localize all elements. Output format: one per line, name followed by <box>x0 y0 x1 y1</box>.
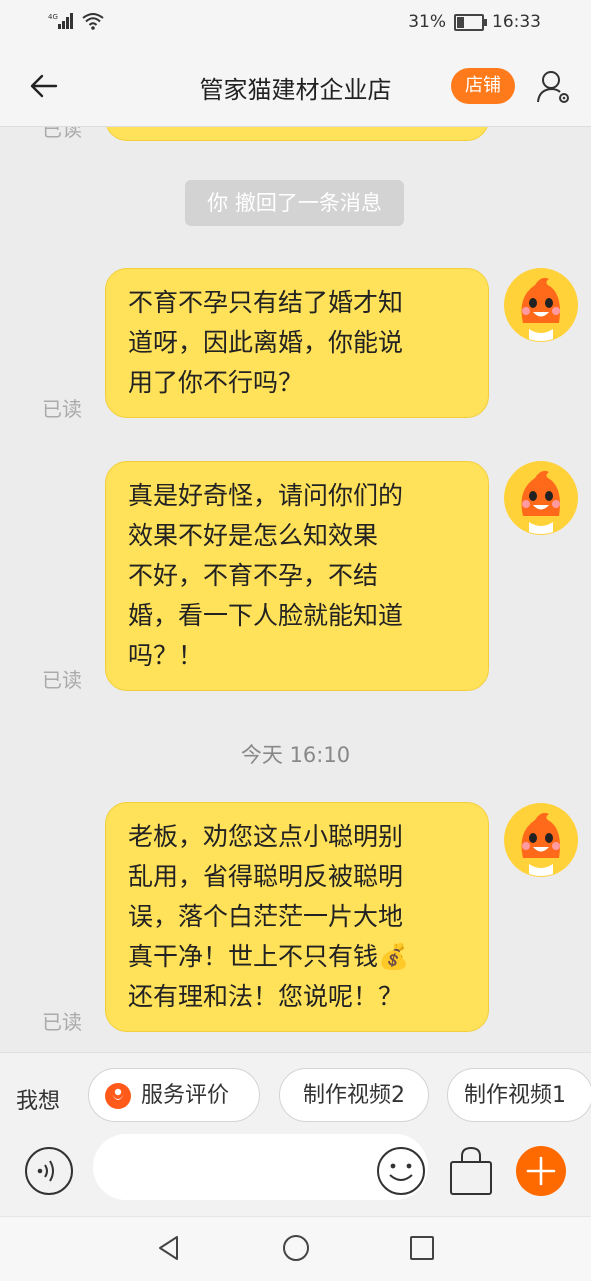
voice-icon[interactable] <box>24 1146 74 1196</box>
message-line: 老板，劝您这点小聪明别 <box>128 822 404 851</box>
timestamp-divider: 今天 16:10 <box>240 743 351 767</box>
message-line: 效果不好是怎么知效果 <box>128 521 379 550</box>
recall-notice: 你 撤回了一条消息 <box>185 180 404 226</box>
message-line: 真干净！世上不只有钱💰 <box>128 942 410 971</box>
avatar-icon[interactable] <box>503 460 579 536</box>
chip-label: 制作视频2 <box>303 1083 405 1108</box>
read-status: 已读 <box>42 668 82 692</box>
shopping-bag-icon[interactable] <box>447 1144 495 1196</box>
avatar-icon[interactable] <box>503 802 579 878</box>
message-line: 不育不孕只有结了婚才知 <box>128 288 404 317</box>
svg-text:4G: 4G <box>48 13 58 21</box>
battery-percent: 31% <box>408 12 446 32</box>
flower-icon <box>105 1083 131 1109</box>
shop-button[interactable]: 店铺 <box>451 68 515 104</box>
plus-icon[interactable] <box>516 1146 566 1196</box>
read-status: 已读 <box>42 1010 82 1034</box>
system-nav-bar <box>0 1216 591 1281</box>
suggestion-bar: 我想 服务评价 制作视频2 制作视频1 <box>0 1052 591 1141</box>
chip-label: 服务评价 <box>141 1083 230 1108</box>
user-settings-icon[interactable] <box>535 68 573 106</box>
message-line: 不好，不育不孕，不结 <box>128 561 379 590</box>
input-bar <box>0 1134 591 1216</box>
nav-home-icon[interactable] <box>281 1233 311 1263</box>
read-status: 已读 <box>42 127 82 141</box>
status-right: 31% 16:33 <box>408 12 541 32</box>
message-line: 婚，看一下人脸就能知道 <box>128 601 404 630</box>
message-line: 道呀，因此离婚，你能说 <box>128 328 404 357</box>
chip-make-video-1[interactable]: 制作视频1 <box>447 1068 591 1122</box>
chip-service-review[interactable]: 服务评价 <box>88 1068 260 1122</box>
battery-icon <box>454 13 487 31</box>
wifi-icon <box>82 13 104 30</box>
nav-recents-icon[interactable] <box>407 1233 437 1263</box>
message-line: 还有理和法！您说呢！？ <box>128 982 404 1011</box>
status-bar: 4G 31% 16:33 <box>0 0 591 48</box>
clock: 16:33 <box>492 12 541 32</box>
message-line: 真是好奇怪，请问你们的 <box>128 481 404 510</box>
message-line: 误，落个白茫茫一片大地 <box>128 902 404 931</box>
chip-make-video-2[interactable]: 制作视频2 <box>279 1068 429 1122</box>
chat-header: 管家猫建材企业店 店铺 <box>0 48 591 127</box>
status-left: 4G <box>48 12 104 30</box>
suggestion-label: 我想 <box>16 1089 61 1114</box>
chip-label: 制作视频1 <box>464 1083 566 1108</box>
emoji-icon[interactable] <box>376 1146 426 1196</box>
message-line: 用了你不行吗？ <box>128 368 304 397</box>
message-line: 乱用，省得聪明反被聪明 <box>128 862 404 891</box>
message-bubble-previous[interactable] <box>105 127 489 141</box>
read-status: 已读 <box>42 397 82 421</box>
message-bubble[interactable]: 老板，劝您这点小聪明别 乱用，省得聪明反被聪明 误，落个白茫茫一片大地 真干净！… <box>105 802 489 1032</box>
message-line: 吗？！ <box>128 641 204 670</box>
avatar-icon[interactable] <box>503 267 579 343</box>
signal-icon: 4G <box>48 13 73 29</box>
message-bubble[interactable]: 不育不孕只有结了婚才知 道呀，因此离婚，你能说 用了你不行吗？ <box>105 268 489 418</box>
message-bubble[interactable]: 真是好奇怪，请问你们的 效果不好是怎么知效果 不好，不育不孕，不结 婚，看一下人… <box>105 461 489 691</box>
nav-back-icon[interactable] <box>154 1233 184 1263</box>
chat-area[interactable]: 已读 你 撤回了一条消息 不育不孕只有结了婚才知 道呀，因此离婚，你能说 用了你… <box>0 127 591 1052</box>
